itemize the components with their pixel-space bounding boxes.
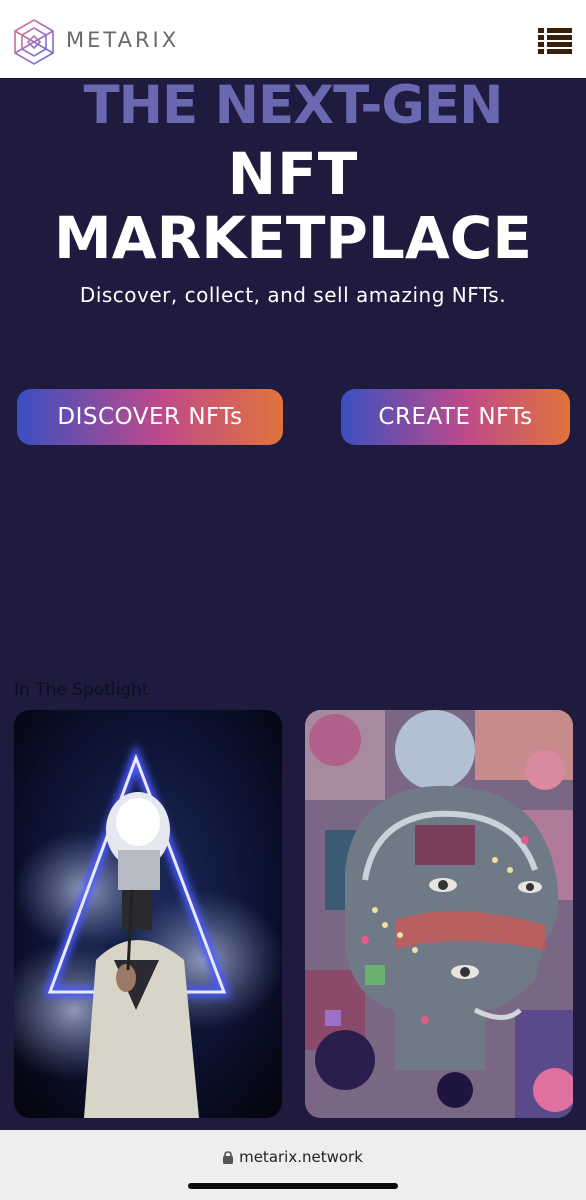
spotlight-card-1[interactable]	[14, 710, 282, 1118]
site-header: METARIX	[0, 0, 586, 78]
lock-icon	[223, 1151, 234, 1164]
metarix-logo-icon[interactable]	[12, 18, 56, 66]
url-text: metarix.network	[239, 1148, 363, 1166]
page: METARIX THE NEXT-GEN NFT MARKETPLACE Dis…	[0, 0, 586, 1200]
spotlight-card-2[interactable]	[305, 710, 573, 1118]
hero-subtitle: Discover, collect, and sell amazing NFTs…	[79, 283, 507, 307]
hero-title-line-2: NFT	[227, 140, 359, 208]
nft-artwork-neon-triangle	[14, 710, 282, 1118]
discover-nfts-button[interactable]: DISCOVER NFTs	[17, 389, 283, 445]
brand-name[interactable]: METARIX	[66, 28, 179, 52]
nft-artwork-collage-faces	[305, 710, 573, 1118]
browser-bottom-bar: metarix.network	[0, 1130, 586, 1200]
hero-title-line-1: THE NEXT-GEN	[83, 78, 503, 134]
url-bar[interactable]: metarix.network	[0, 1148, 586, 1166]
spotlight-heading: In The Spotlight	[14, 680, 149, 700]
create-nfts-button[interactable]: CREATE NFTs	[341, 389, 570, 445]
home-indicator[interactable]	[188, 1183, 398, 1189]
hero-title-line-3: MARKETPLACE	[54, 204, 532, 272]
menu-icon[interactable]	[538, 28, 572, 54]
